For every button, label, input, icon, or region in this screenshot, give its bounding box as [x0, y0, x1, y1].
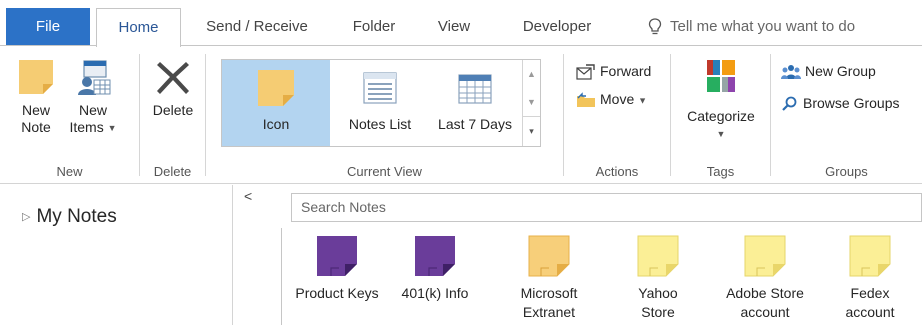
tell-me-text: Tell me what you want to do	[670, 18, 856, 35]
note-title: Product Keys	[295, 285, 379, 301]
note-purple-icon	[413, 234, 457, 278]
forward-icon	[576, 64, 595, 80]
people-group-icon	[781, 65, 801, 80]
tab-send-receive[interactable]: Send / Receive	[196, 8, 318, 46]
group-groups: New Group Browse Groups Groups	[771, 46, 922, 185]
group-new: New Note New Items ▼ New	[0, 46, 139, 185]
note-title: Yahoo	[638, 285, 678, 301]
search-notes-input[interactable]: Search Notes	[291, 193, 922, 222]
tab-folder[interactable]: Folder	[343, 8, 405, 46]
categorize-button[interactable]: Categorize ▼	[678, 58, 764, 143]
group-label-delete: Delete	[153, 164, 192, 179]
group-label-tags: Tags	[706, 164, 735, 179]
note-title-line-2: Store	[641, 304, 675, 320]
forward-button[interactable]: Forward	[576, 60, 651, 82]
tell-me-box[interactable]: Tell me what you want to do	[648, 8, 855, 46]
note-item[interactable]: 401(k) Info	[387, 234, 483, 303]
tab-developer[interactable]: Developer	[505, 8, 609, 46]
sticky-note-icon	[258, 70, 294, 106]
new-group-button[interactable]: New Group	[781, 60, 876, 82]
note-title: 401(k) Info	[401, 285, 469, 301]
ribbon-tab-strip: File Home Send / Receive Folder View Dev…	[0, 0, 922, 47]
note-title-line-2: account	[845, 304, 895, 320]
new-items-label-1: New	[78, 102, 107, 118]
browse-groups-label: Browse Groups	[803, 95, 900, 111]
move-label: Move	[600, 91, 635, 107]
view-notes-list-label: Notes List	[348, 116, 412, 132]
search-icon	[782, 96, 797, 112]
note-title-line-2: account	[740, 304, 790, 320]
delete-button[interactable]: Delete	[146, 58, 200, 119]
move-button[interactable]: Move ▼	[576, 88, 647, 110]
my-notes-folder[interactable]: ▷ My Notes	[22, 206, 117, 228]
calendar-icon	[458, 74, 492, 104]
list-view-icon	[363, 72, 397, 104]
note-item[interactable]: Adobe Store account	[710, 234, 820, 322]
sticky-note-icon	[19, 60, 53, 94]
delete-x-icon	[157, 62, 189, 94]
view-last-7-days-label: Last 7 Days	[438, 116, 512, 132]
gallery-expand-icon[interactable]: ▾	[523, 116, 540, 144]
note-title: Fedex	[850, 285, 890, 301]
categorize-icon	[707, 60, 735, 92]
browse-groups-button[interactable]: Browse Groups	[781, 92, 899, 114]
forward-label: Forward	[600, 63, 652, 79]
group-delete: Delete Delete	[140, 46, 205, 185]
new-group-label: New Group	[805, 63, 876, 79]
new-items-button[interactable]: New Items ▼	[65, 58, 121, 137]
note-orange-icon	[527, 234, 571, 278]
scroll-up-icon[interactable]: ▲	[523, 60, 540, 88]
note-title: Microsoft	[520, 285, 578, 301]
group-label-new: New	[56, 164, 83, 179]
view-icon-button[interactable]: Icon	[222, 60, 330, 146]
group-label-current-view: Current View	[347, 164, 422, 179]
notes-view: Product Keys 401(k) Info Microsoft Extra…	[281, 228, 922, 325]
group-label-groups: Groups	[825, 164, 868, 179]
ribbon: New Note New Items ▼ New Delete Delete C…	[0, 45, 922, 184]
note-yellow-icon	[848, 234, 892, 278]
move-folder-icon	[577, 92, 595, 108]
group-tags: Categorize ▼ Tags	[671, 46, 770, 185]
new-items-label-2: Items	[69, 119, 104, 135]
new-items-icon	[78, 60, 111, 95]
tab-view[interactable]: View	[428, 8, 480, 46]
note-item[interactable]: Microsoft Extranet	[494, 234, 604, 322]
note-item[interactable]: Fedex account	[815, 234, 922, 322]
view-notes-list-button[interactable]: Notes List	[332, 60, 428, 146]
tab-home[interactable]: Home	[96, 8, 181, 47]
lightbulb-icon	[648, 18, 662, 35]
tab-file[interactable]: File	[6, 8, 90, 46]
collapse-pane-icon[interactable]: <	[244, 188, 252, 204]
gallery-scrollbar[interactable]: ▲ ▼ ▾	[522, 60, 540, 146]
categorize-label: Categorize	[687, 108, 755, 124]
chevron-down-icon: ▼	[107, 122, 117, 133]
note-purple-icon	[315, 234, 359, 278]
new-note-label-1: New	[21, 102, 50, 118]
group-actions: Forward Move ▼ Actions	[564, 46, 670, 185]
view-last-7-days-button[interactable]: Last 7 Days	[428, 60, 522, 146]
note-yellow-icon	[636, 234, 680, 278]
note-yellow-icon	[743, 234, 787, 278]
note-title: Adobe Store	[726, 285, 804, 301]
chevron-down-icon: ▼	[716, 128, 726, 139]
note-title-line-2: Extranet	[522, 304, 576, 320]
delete-label: Delete	[152, 102, 194, 118]
expand-triangle-icon[interactable]: ▷	[22, 211, 30, 223]
chevron-down-icon: ▼	[638, 95, 648, 106]
view-icon-label: Icon	[262, 116, 290, 132]
scroll-down-icon[interactable]: ▼	[523, 88, 540, 116]
current-view-gallery: Icon Notes List Last 7 Days ▲ ▼ ▾	[221, 59, 541, 147]
note-item[interactable]: Yahoo Store	[603, 234, 713, 322]
new-note-button[interactable]: New Note	[12, 58, 60, 136]
group-label-actions: Actions	[595, 164, 639, 179]
new-note-label-2: Note	[21, 119, 51, 135]
note-item[interactable]: Product Keys	[282, 234, 392, 303]
my-notes-label: My Notes	[36, 206, 117, 227]
